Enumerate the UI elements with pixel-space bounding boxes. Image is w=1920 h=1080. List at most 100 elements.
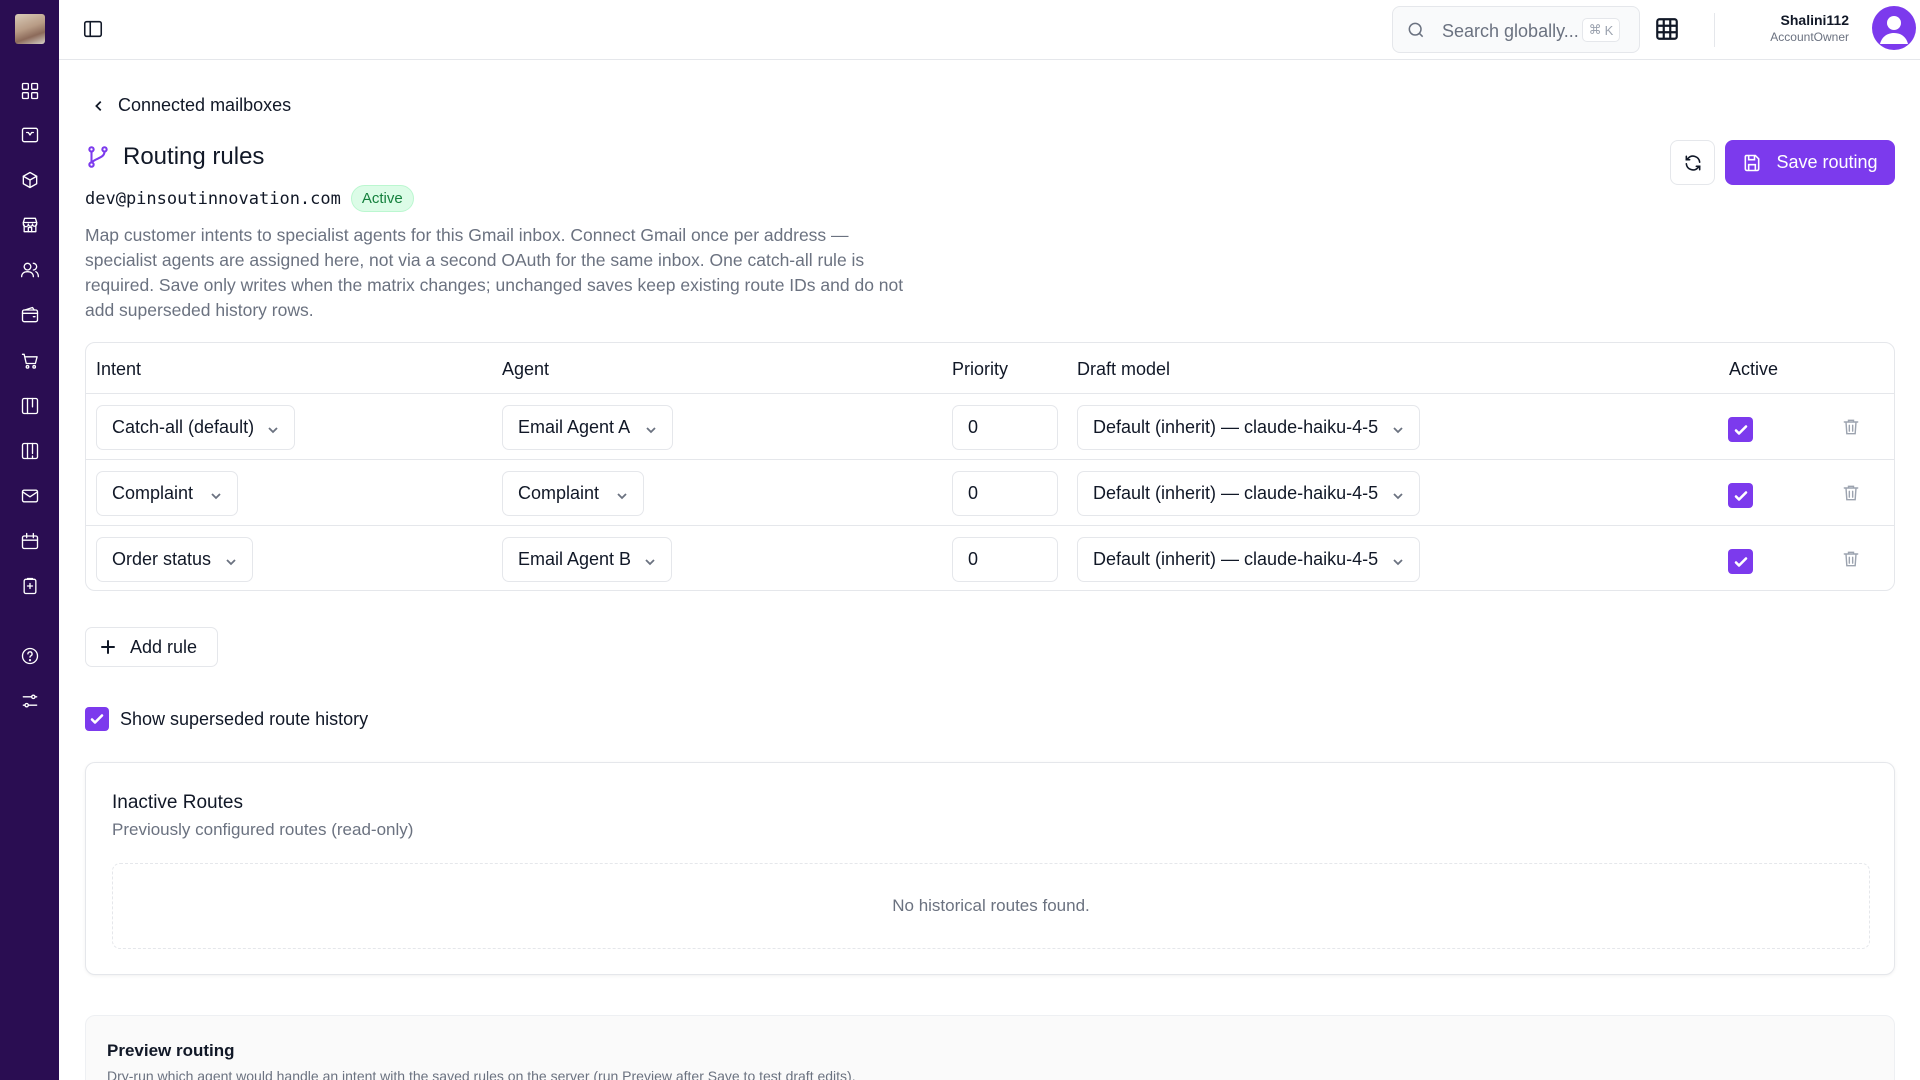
intent-select[interactable]: Complaint [96,471,238,516]
avatar[interactable] [1872,6,1916,50]
check-icon [1734,490,1747,501]
chevron-down-icon [615,487,629,501]
draft-model-value: Default (inherit) — claude-haiku-4-5 [1093,483,1379,503]
brand-logo[interactable] [15,14,45,44]
column-header-draft-model: Draft model [1077,359,1171,379]
intent-select-value: Catch-all (default) [112,417,255,437]
mailbox-info: dev@pinsoutinnovation.com Active [85,185,414,212]
show-history-checkbox[interactable] [85,707,109,731]
chevron-down-icon [1391,487,1405,501]
page-header: Routing rules [85,143,264,171]
inactive-routes-title: Inactive Routes [112,792,243,813]
clipboard-icon[interactable] [19,575,41,597]
active-checkbox[interactable] [1728,549,1753,574]
users-icon[interactable] [19,259,41,281]
store-icon[interactable] [19,214,41,236]
global-search-input[interactable]: Search globally... ⌘ K [1392,6,1640,53]
topbar-divider [1714,13,1715,47]
sidebar-toggle-icon[interactable] [82,18,106,42]
wallet-icon[interactable] [19,304,41,326]
page-title: Routing rules [123,143,265,170]
refresh-icon [1685,154,1700,171]
agent-select[interactable]: Email Agent B [502,537,672,582]
back-link[interactable]: Connected mailboxes [92,95,291,116]
table-row: Order status Email Agent B 0 Default (in… [86,526,1894,592]
back-link-label: Connected mailboxes [118,95,292,115]
search-placeholder: Search globally... [1442,21,1579,41]
chevron-down-icon [1391,553,1405,567]
column-header-priority: Priority [952,359,1009,379]
preview-routing-subtitle: Dry-run which agent would handle an inte… [107,1068,856,1080]
chevron-down-icon [266,421,280,435]
save-routing-label: Save routing [1776,152,1878,172]
agent-select[interactable]: Complaint [502,471,644,516]
column-header-intent: Intent [96,359,142,379]
chevron-left-icon [95,100,102,111]
dashboard-grid-icon[interactable] [19,80,41,102]
add-rule-label: Add rule [130,636,198,657]
draft-model-value: Default (inherit) — claude-haiku-4-5 [1093,549,1379,569]
draft-model-value: Default (inherit) — claude-haiku-4-5 [1093,417,1379,437]
delete-rule-icon[interactable] [1841,417,1863,439]
board-alt-icon[interactable] [19,440,41,462]
chevron-down-icon [1391,421,1405,435]
table-row: Catch-all (default) Email Agent A 0 Defa… [86,394,1894,460]
help-icon[interactable] [19,645,41,667]
check-icon [90,714,104,724]
inactive-routes-card: Inactive Routes Previously configured ro… [85,762,1895,975]
empty-state-text: No historical routes found. [892,896,1090,915]
priority-input[interactable]: 0 [952,405,1058,450]
delete-rule-icon[interactable] [1841,549,1863,571]
mail-icon[interactable] [19,485,41,507]
calendar-icon[interactable] [19,530,41,552]
status-badge: Active [350,185,414,212]
sidebar [0,0,59,1080]
user-info[interactable]: Shalini112 AccountOwner [1739,12,1849,44]
intent-select-value: Order status [112,549,212,569]
priority-input[interactable]: 0 [952,471,1058,516]
check-icon [1734,556,1747,567]
intent-select-value: Complaint [112,483,194,503]
inactive-routes-subtitle: Previously configured routes (read-only) [112,820,414,839]
git-branch-icon [88,146,108,168]
active-checkbox[interactable] [1728,483,1753,508]
top-bar: Search globally... ⌘ K Shalini112 Accoun… [59,0,1920,60]
empty-state: No historical routes found. [112,863,1870,949]
search-shortcut-badge: ⌘ K [1582,18,1620,42]
delete-rule-icon[interactable] [1841,483,1863,505]
chevron-down-icon [643,553,657,567]
draft-model-select[interactable]: Default (inherit) — claude-haiku-4-5 [1077,537,1420,582]
shortcut-key: K [1604,22,1614,38]
preview-routing-title: Preview routing [107,1041,235,1060]
search-icon [1406,20,1426,40]
draft-model-select[interactable]: Default (inherit) — claude-haiku-4-5 [1077,405,1420,450]
user-name: Shalini112 [1780,12,1849,28]
priority-input[interactable]: 0 [952,537,1058,582]
intent-select[interactable]: Catch-all (default) [96,405,295,450]
add-rule-button[interactable]: Add rule [85,627,218,667]
active-checkbox[interactable] [1728,417,1753,442]
chevron-down-icon [644,421,658,435]
shopping-cart-icon[interactable] [19,350,41,372]
check-icon [1734,424,1747,435]
agent-select[interactable]: Email Agent A [502,405,673,450]
agent-select-value: Complaint [518,483,600,503]
show-history-label: Show superseded route history [120,708,369,729]
routing-rules-table: Intent Agent Priority Draft model Active… [85,342,1895,591]
table-row: Complaint Complaint 0 Default (inherit) … [86,460,1894,526]
settings-sliders-icon[interactable] [19,690,41,712]
command-key-symbol: ⌘ [1588,22,1602,37]
inbox-icon[interactable] [19,124,41,146]
apps-grid-icon[interactable] [1654,16,1682,44]
board-icon[interactable] [19,395,41,417]
plus-icon [101,640,115,654]
preview-routing-card: Preview routing Dry-run which agent woul… [85,1015,1895,1080]
refresh-button[interactable] [1670,140,1715,185]
show-history-toggle[interactable]: Show superseded route history [85,707,368,731]
intent-select[interactable]: Order status [96,537,253,582]
agent-select-value: Email Agent B [518,549,632,569]
package-icon[interactable] [19,169,41,191]
draft-model-select[interactable]: Default (inherit) — claude-haiku-4-5 [1077,471,1420,516]
save-routing-button[interactable]: Save routing [1725,140,1895,185]
column-header-agent: Agent [502,359,550,379]
